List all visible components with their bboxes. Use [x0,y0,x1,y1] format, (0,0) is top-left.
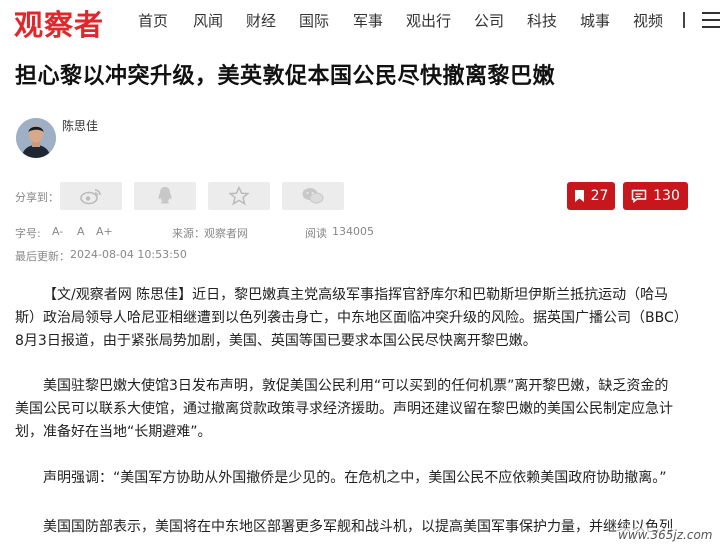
font-size-normal-button[interactable]: A [77,225,85,238]
nav-item-tech[interactable]: 科技 [527,10,580,31]
comment-count-button[interactable]: 130 [623,182,688,210]
nav-item-company[interactable]: 公司 [474,10,527,31]
nav-items: 首页 风闻 财经 国际 军事 观出行 公司 科技 城事 视频 [138,10,673,31]
author-avatar[interactable] [16,118,56,158]
nav-item-fengwen[interactable]: 风闻 [193,10,246,31]
qzone-star-icon [229,186,249,206]
nav-item-travel[interactable]: 观出行 [406,10,474,31]
watermark-text: www.365jz.com [618,528,713,542]
qq-icon [158,187,172,204]
share-weibo-button[interactable] [60,182,122,210]
read-label: 阅读 [305,227,327,240]
paragraph-line: 划，准备好在当地“长期避难”。 [15,424,212,440]
font-size-label: 字号: [15,227,41,240]
nav-divider [683,12,685,28]
paragraph-line: 美国国防部表示，美国将在中东地区部署更多军舰和战斗机，以提高美国军事保护力量，并… [43,519,673,535]
share-qq-button[interactable] [134,182,196,210]
paragraph-line: 美国公民可以联系大使馆，通过撤离贷款政策寻求经济援助。声明还建议留在黎巴嫩的美国… [15,401,673,417]
source-label: 来源： [172,227,205,240]
paragraph-line: 8月3日报道，由于紧张局势加剧，美国、英国等国已要求本国公民尽快离开黎巴嫩。 [15,333,537,349]
bookmark-count-button[interactable]: 27 [567,182,615,210]
nav-item-video[interactable]: 视频 [633,10,673,31]
article-paragraph-3: 声明强调：“美国军方协助从外国撤侨是少见的。在危机之中，美国公民不应依赖美国政府… [15,467,715,490]
comment-icon [631,189,647,203]
font-size-small-button[interactable]: A- [52,225,63,238]
updated-time: 2024-08-04 10:53:50 [70,248,187,261]
paragraph-line: 【文/观察者网 陈思佳】近日，黎巴嫩真主党高级军事指挥官舒库尔和巴勒斯坦伊斯兰抵… [43,287,669,303]
nav-item-home[interactable]: 首页 [138,10,193,31]
share-label: 分享到： [15,191,59,204]
article-title: 担心黎以冲突升级，美英敦促本国公民尽快撤离黎巴嫩 [15,64,556,89]
article-paragraph-1: 【文/观察者网 陈思佳】近日，黎巴嫩真主党高级军事指挥官舒库尔和巴勒斯坦伊斯兰抵… [15,284,715,353]
nav-item-international[interactable]: 国际 [299,10,353,31]
top-nav: 观察者 首页 风闻 财经 国际 军事 观出行 公司 科技 城事 视频 [0,0,720,44]
article-paragraph-4: 美国国防部表示，美国将在中东地区部署更多军舰和战斗机，以提高美国军事保护力量，并… [15,516,715,539]
source-name: 观察者网 [204,227,248,240]
author-name[interactable]: 陈思佳 [62,117,98,134]
menu-icon[interactable] [702,12,720,28]
nav-item-city[interactable]: 城事 [580,10,633,31]
nav-item-military[interactable]: 军事 [353,10,406,31]
bookmark-count: 27 [590,188,609,204]
article-paragraph-2: 美国驻黎巴嫩大使馆3日发布声明，敦促美国公民利用“可以买到的任何机票”离开黎巴嫩… [15,375,715,444]
read-count: 134005 [332,225,374,238]
weibo-icon [80,189,101,205]
share-qzone-button[interactable] [208,182,270,210]
comment-count: 130 [653,188,680,204]
paragraph-line: 美国驻黎巴嫩大使馆3日发布声明，敦促美国公民利用“可以买到的任何机票”离开黎巴嫩… [43,378,669,394]
bookmark-icon [574,190,584,202]
paragraph-line: 声明强调：“美国军方协助从外国撤侨是少见的。在危机之中，美国公民不应依赖美国政府… [43,470,667,486]
wechat-icon [302,188,324,204]
site-logo[interactable]: 观察者 [14,2,104,44]
paragraph-line: 斯）政治局领导人哈尼亚相继遭到以色列袭击身亡，中东地区面临冲突升级的风险。据英国… [15,310,688,326]
nav-item-finance[interactable]: 财经 [246,10,299,31]
updated-label: 最后更新： [15,250,70,263]
share-wechat-button[interactable] [282,182,344,210]
font-size-large-button[interactable]: A+ [96,225,113,238]
